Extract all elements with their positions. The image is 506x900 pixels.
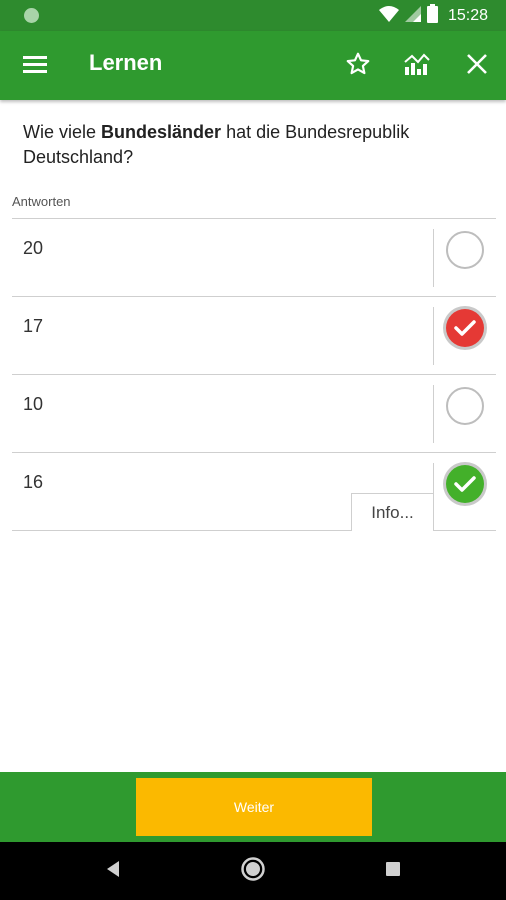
system-nav-bar — [0, 842, 506, 900]
status-indicators: 15:28 — [378, 4, 488, 28]
answers-list: 20 17 10 16 Info... — [12, 218, 496, 531]
answer-option-1[interactable]: 20 — [12, 219, 496, 297]
home-button[interactable] — [238, 856, 268, 886]
home-icon — [240, 856, 266, 887]
recents-icon — [385, 861, 401, 882]
star-icon — [345, 51, 371, 82]
wifi-icon — [378, 5, 399, 28]
question-text: Wie viele Bundesländer hat die Bundesrep… — [23, 122, 410, 167]
back-button[interactable] — [98, 856, 128, 886]
statistics-button[interactable] — [400, 49, 434, 83]
signal-icon — [404, 5, 421, 28]
menu-button[interactable] — [20, 51, 50, 81]
correct-check-icon[interactable] — [446, 465, 484, 503]
status-time: 15:28 — [447, 7, 488, 24]
empty-circle-icon[interactable] — [446, 387, 484, 425]
menu-icon — [22, 54, 48, 79]
bottom-bar: Weiter — [0, 772, 506, 842]
answer-text: 16 — [23, 472, 44, 492]
next-button[interactable]: Weiter — [136, 778, 372, 836]
wrong-check-icon[interactable] — [446, 309, 484, 347]
back-icon — [105, 860, 121, 883]
info-button[interactable]: Info... — [351, 493, 434, 531]
answers-label: Antworten — [12, 194, 71, 209]
question-highlight: Bundesländer — [101, 122, 222, 142]
answer-option-4[interactable]: 16 Info... — [12, 453, 496, 531]
favorite-button[interactable] — [341, 49, 375, 83]
close-icon — [466, 53, 488, 80]
stats-icon — [403, 51, 431, 82]
empty-circle-icon[interactable] — [446, 231, 484, 269]
status-bar: 15:28 — [0, 0, 506, 31]
answer-text: 17 — [23, 316, 44, 336]
battery-icon — [426, 4, 438, 28]
answer-option-2[interactable]: 17 — [12, 297, 496, 375]
notification-dot-icon — [24, 8, 39, 23]
answer-option-3[interactable]: 10 — [12, 375, 496, 453]
close-button[interactable] — [460, 49, 494, 83]
app-bar: Lernen — [0, 31, 506, 100]
answer-text: 20 — [23, 238, 44, 258]
page-title: Lernen — [89, 50, 163, 75]
answer-text: 10 — [23, 394, 44, 414]
recents-button[interactable] — [378, 856, 408, 886]
